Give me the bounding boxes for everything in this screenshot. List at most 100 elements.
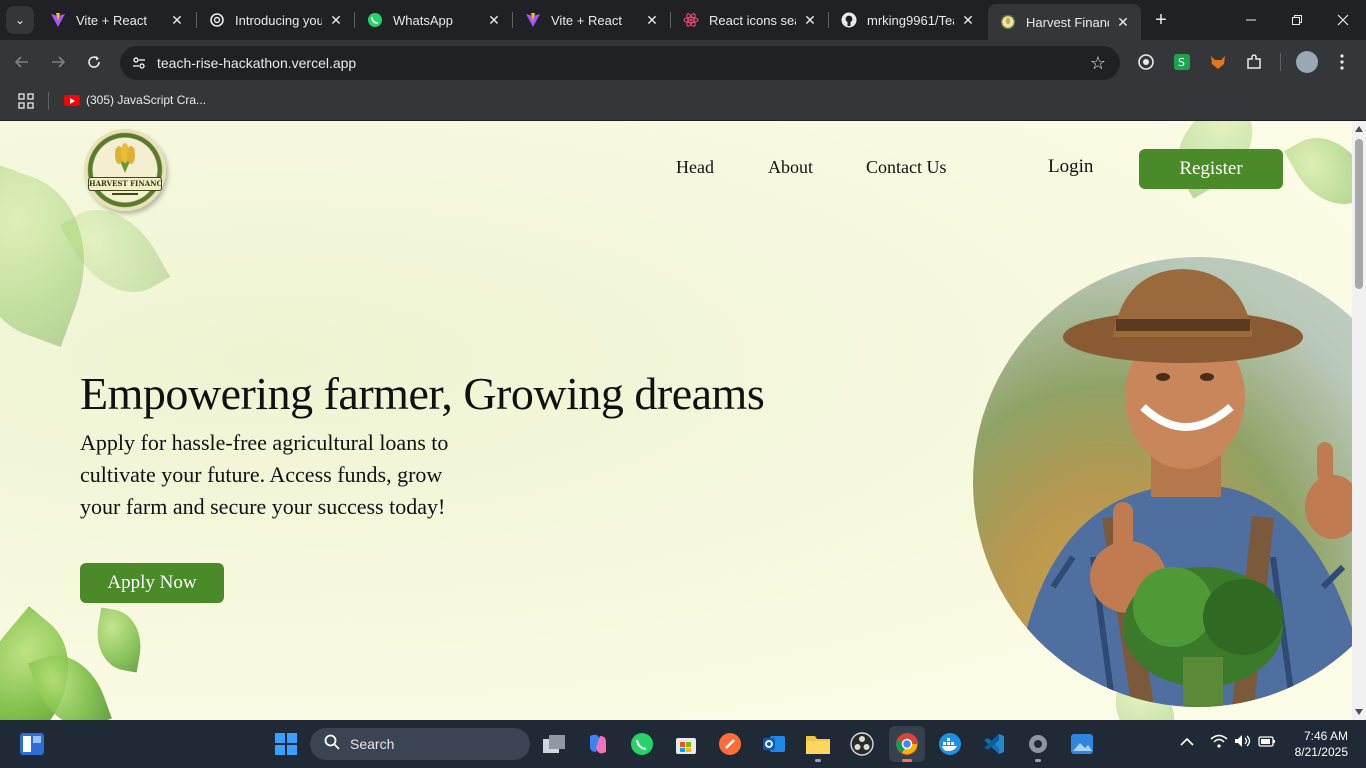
forward-arrow-icon[interactable]: [46, 50, 70, 74]
hero-description: Apply for hassle-free agricultural loans…: [80, 430, 449, 519]
farmer-photo: [973, 257, 1352, 707]
close-icon[interactable]: ✕: [1115, 14, 1131, 30]
close-icon[interactable]: ✕: [960, 12, 976, 28]
windows-start-icon[interactable]: [272, 730, 300, 758]
tab-vite-react-1[interactable]: Vite + React ✕: [38, 4, 195, 36]
tab-title: React icons sear: [709, 12, 796, 28]
bookmark-youtube[interactable]: (305) JavaScript Cra...: [64, 93, 206, 107]
active-indicator: [902, 759, 912, 762]
close-icon[interactable]: ✕: [328, 12, 344, 28]
tab-harvest-finance[interactable]: Harvest Finance ✕: [988, 4, 1141, 40]
battery-icon[interactable]: [1258, 734, 1276, 751]
running-indicator: [1035, 759, 1041, 762]
wifi-icon[interactable]: [1210, 734, 1228, 751]
register-button[interactable]: Register: [1139, 149, 1283, 189]
system-clock[interactable]: 7:46 AM 8/21/2025: [1284, 728, 1348, 760]
tab-search-button[interactable]: ⌄: [6, 6, 34, 34]
harvest-finance-page: HARVEST FINANCE Head About Contact Us Lo…: [0, 121, 1352, 720]
svg-text:S: S: [1178, 56, 1185, 69]
apps-grid-icon[interactable]: [18, 93, 34, 109]
vite-icon: [525, 12, 541, 28]
tab-react-icons[interactable]: React icons sear ✕: [671, 4, 828, 36]
hero-title: Empowering farmer, Growing dreams: [80, 368, 765, 419]
address-bar[interactable]: teach-rise-hackathon.vercel.app ☆: [120, 46, 1120, 80]
reload-icon[interactable]: [82, 50, 106, 74]
close-icon[interactable]: ✕: [644, 12, 660, 28]
outlook-icon[interactable]: [760, 730, 788, 758]
bookmark-divider: [48, 92, 49, 110]
file-explorer-icon[interactable]: [804, 730, 832, 758]
browser-tab-strip: ⌄ Vite + React ✕ Introducing your ✕ What…: [0, 0, 1366, 40]
youtube-icon: [64, 94, 80, 106]
taskbar-search[interactable]: Search: [310, 728, 530, 760]
obs-icon[interactable]: [848, 730, 876, 758]
close-icon[interactable]: ✕: [169, 12, 185, 28]
restore-icon[interactable]: [1282, 6, 1312, 34]
extension-fox-icon[interactable]: [1208, 52, 1228, 72]
settings-gear-icon[interactable]: [1024, 730, 1052, 758]
harvest-icon: [1000, 14, 1016, 30]
browser-toolbar: teach-rise-hackathon.vercel.app ☆ S: [0, 40, 1366, 84]
vscode-icon[interactable]: [980, 730, 1008, 758]
logo-base: [112, 193, 138, 203]
tab-introducing[interactable]: Introducing your ✕: [197, 4, 354, 36]
close-window-icon[interactable]: [1328, 6, 1358, 34]
close-icon[interactable]: ✕: [802, 12, 818, 28]
scroll-thumb[interactable]: [1355, 139, 1363, 289]
vite-icon: [50, 12, 66, 28]
decorative-leaf: [1284, 121, 1352, 221]
chrome-icon[interactable]: [889, 726, 925, 762]
running-indicator: [815, 759, 821, 762]
site-info-icon[interactable]: [130, 54, 148, 72]
windows-taskbar: Search 7:46 AM 8/21/2025: [0, 720, 1366, 768]
microsoft-store-icon[interactable]: [672, 730, 700, 758]
harvest-finance-logo[interactable]: HARVEST FINANCE: [84, 129, 166, 211]
scroll-up-arrow-icon[interactable]: [1355, 126, 1363, 132]
tab-title: Vite + React: [76, 12, 147, 28]
whatsapp-taskbar-icon[interactable]: [628, 730, 656, 758]
toolbar-divider: [1280, 53, 1281, 71]
scroll-down-arrow-icon[interactable]: [1355, 709, 1363, 715]
show-hidden-icons-chevron-icon[interactable]: [1180, 734, 1194, 750]
copilot-icon[interactable]: [584, 730, 612, 758]
tab-title: mrking9961/Tea: [867, 12, 954, 28]
menu-kebab-icon[interactable]: [1332, 52, 1352, 72]
decorative-leaf: [91, 607, 147, 673]
close-icon[interactable]: ✕: [486, 12, 502, 28]
nav-head[interactable]: Head: [676, 157, 714, 178]
url-text[interactable]: teach-rise-hackathon.vercel.app: [157, 55, 356, 71]
docker-icon[interactable]: [936, 730, 964, 758]
new-tab-button[interactable]: +: [1149, 8, 1173, 32]
clock-time: 7:46 AM: [1303, 729, 1348, 743]
tab-title: WhatsApp: [393, 12, 453, 28]
page-scrollbar[interactable]: [1352, 121, 1366, 720]
back-arrow-icon[interactable]: [10, 50, 34, 74]
postman-icon[interactable]: [716, 730, 744, 758]
nav-about[interactable]: About: [768, 157, 813, 178]
tab-title: Harvest Finance: [1026, 14, 1109, 30]
task-view-icon[interactable]: [540, 730, 568, 758]
bookmark-star-icon[interactable]: ☆: [1090, 53, 1106, 74]
github-icon: [841, 12, 857, 28]
tab-title: Vite + React: [551, 12, 622, 28]
tab-whatsapp[interactable]: WhatsApp ✕: [355, 4, 512, 36]
tab-vite-react-2[interactable]: Vite + React ✕: [513, 4, 670, 36]
volume-icon[interactable]: [1234, 734, 1252, 751]
bookmark-label: (305) JavaScript Cra...: [86, 93, 207, 107]
corn-icon: [114, 143, 136, 173]
apply-now-button[interactable]: Apply Now: [80, 563, 224, 603]
extension-green-icon[interactable]: S: [1172, 52, 1192, 72]
logo-text: HARVEST FINANCE: [88, 177, 162, 191]
minimize-icon[interactable]: [1236, 6, 1266, 34]
tab-github[interactable]: mrking9961/Tea ✕: [829, 4, 986, 36]
profile-avatar[interactable]: [1296, 51, 1318, 73]
extensions-puzzle-icon[interactable]: [1244, 52, 1264, 72]
tab-title: Introducing your: [235, 12, 322, 28]
extension-target-icon[interactable]: [1136, 52, 1156, 72]
widgets-icon[interactable]: [18, 730, 46, 758]
login-link[interactable]: Login: [1048, 156, 1093, 178]
photos-icon[interactable]: [1068, 730, 1096, 758]
search-placeholder: Search: [350, 736, 395, 752]
nav-contact-us[interactable]: Contact Us: [866, 157, 947, 178]
clock-date: 8/21/2025: [1294, 745, 1348, 759]
